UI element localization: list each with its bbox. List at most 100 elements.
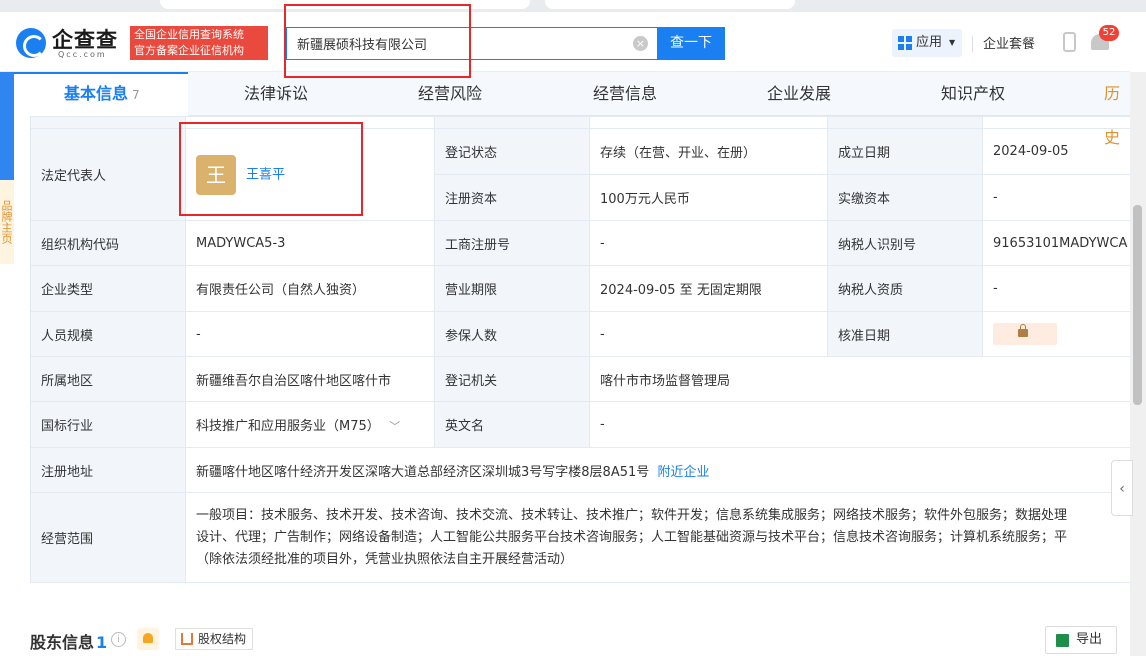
- est-date-label: 成立日期: [827, 128, 983, 175]
- apps-grid-icon: [898, 36, 912, 50]
- legal-rep-link[interactable]: 王喜平: [246, 167, 285, 182]
- address-label: 注册地址: [30, 447, 186, 493]
- qcc-logo-icon[interactable]: [16, 28, 46, 58]
- table-row: [30, 116, 1139, 129]
- table-cell: [434, 116, 590, 129]
- approval-date-label: 核准日期: [827, 311, 983, 357]
- company-tabs: 基本信息 7 法律诉讼 经营风险 经营信息 企业发展 知识产权 历史: [14, 72, 1130, 147]
- tag-line-1: 全国企业信用查询系统: [134, 28, 244, 41]
- industry-label: 国标行业: [30, 401, 186, 448]
- table-cell: [589, 116, 828, 129]
- monitor-bell-icon[interactable]: [137, 628, 159, 650]
- excel-icon: [1056, 634, 1069, 647]
- tab-basic-info[interactable]: 基本信息 7: [14, 72, 188, 116]
- info-icon[interactable]: i: [111, 632, 126, 647]
- tab-count: 7: [132, 88, 140, 102]
- org-code-value: MADYWCA5-3: [185, 220, 435, 266]
- reg-status-label: 登记状态: [434, 128, 590, 175]
- tab-history[interactable]: 历史: [1104, 72, 1130, 147]
- avatar[interactable]: 王: [196, 154, 236, 195]
- tab-business-info[interactable]: 经营信息: [593, 72, 657, 116]
- scope-line: 一般项目：技术服务、技术开发、技术咨询、技术交流、技术转让、技术推广；软件开发；…: [196, 507, 1068, 523]
- brand-homepage-promo[interactable]: 品牌主页: [0, 180, 14, 264]
- biz-reg-no-label: 工商注册号: [434, 220, 590, 266]
- shareholder-section-title: 股东信息 1: [30, 629, 107, 653]
- taxpayer-id-label: 纳税人识别号: [827, 220, 983, 266]
- english-name-value: -: [588, 401, 1139, 448]
- search-box: ×: [286, 27, 658, 60]
- taxpayer-id-value: 91653101MADYWCA: [981, 220, 1139, 266]
- scrollbar-thumb[interactable]: [1133, 205, 1142, 405]
- scope-label: 经营范围: [30, 492, 186, 583]
- table-cell: [981, 116, 1139, 129]
- vip-lock[interactable]: [993, 323, 1057, 345]
- basic-info-table: 法定代表人 王王喜平 登记状态 存续（在营、开业、在册） 成立日期 2024-0…: [30, 116, 1139, 583]
- est-date-value: 2024-09-05: [981, 128, 1139, 175]
- scope-cell: 一般项目：技术服务、技术开发、技术咨询、技术交流、技术转让、技术推广；软件开发；…: [184, 492, 1139, 583]
- legal-rep-label: 法定代表人: [30, 128, 186, 221]
- industry-cell[interactable]: 科技推广和应用服务业（M75） ﹀: [185, 401, 435, 448]
- table-cell: [30, 116, 186, 129]
- reg-authority-label: 登记机关: [434, 356, 590, 402]
- table-row: 人员规模 - 参保人数 - 核准日期: [30, 311, 1139, 357]
- site-header: 企查查 Qcc.com 全国企业信用查询系统 官方备案企业征信机构 × 查一下 …: [0, 12, 1130, 72]
- equity-structure-icon: [181, 633, 193, 645]
- reg-capital-label: 注册资本: [434, 174, 590, 221]
- address-bar-fragment[interactable]: [160, 0, 530, 9]
- reg-capital-value: 100万元人民币: [589, 174, 828, 221]
- insured-value: -: [589, 311, 828, 357]
- table-cell: [185, 116, 435, 129]
- search-input[interactable]: [287, 28, 617, 59]
- region-value: 新疆维吾尔自治区喀什地区喀什市: [185, 356, 435, 402]
- org-code-label: 组织机构代码: [30, 220, 186, 266]
- biz-reg-no-value: -: [589, 220, 828, 266]
- region-label: 所属地区: [30, 356, 186, 402]
- export-label: 导出: [1076, 632, 1103, 647]
- clear-icon[interactable]: ×: [633, 36, 648, 51]
- equity-structure-button[interactable]: 股权结构: [175, 628, 253, 650]
- chevron-down-icon: ▼: [949, 38, 956, 47]
- tag-line-2: 官方备案企业征信机构: [134, 44, 244, 57]
- mobile-phone-icon[interactable]: [1063, 32, 1076, 52]
- credit-system-tag: 全国企业信用查询系统 官方备案企业征信机构: [130, 26, 268, 60]
- taxpayer-qual-label: 纳税人资质: [827, 265, 983, 312]
- chevron-down-icon[interactable]: ﹀: [389, 420, 400, 433]
- address-value: 新疆喀什地区喀什经济开发区深喀大道总部经济区深圳城3号写字楼8层8A51号: [196, 464, 650, 480]
- tab-label: 基本信息: [64, 84, 129, 103]
- biz-term-value: 2024-09-05 至 无固定期限: [589, 265, 828, 312]
- scope-line: （除依法须经批准的项目外，凭营业执照依法自主开展经营活动）: [196, 551, 574, 567]
- shareholder-count: 1: [96, 633, 108, 652]
- industry-value: 科技推广和应用服务业（M75）: [196, 419, 374, 434]
- enterprise-suite-link[interactable]: 企业套餐: [983, 33, 1035, 52]
- english-name-label: 英文名: [434, 401, 590, 448]
- staff-size-label: 人员规模: [30, 311, 186, 357]
- table-row: 注册地址 新疆喀什地区喀什经济开发区深喀大道总部经济区深圳城3号写字楼8层8A5…: [30, 447, 1139, 493]
- apps-button[interactable]: 应用 ▼: [892, 29, 962, 57]
- nearby-companies-link[interactable]: 附近企业: [658, 465, 710, 480]
- tab-development[interactable]: 企业发展: [767, 72, 831, 116]
- tab-business-risk[interactable]: 经营风险: [418, 72, 482, 116]
- table-row: 国标行业 科技推广和应用服务业（M75） ﹀ 英文名 -: [30, 401, 1139, 448]
- equity-button-label: 股权结构: [198, 632, 247, 646]
- paid-capital-value: -: [981, 174, 1139, 221]
- biz-term-label: 营业期限: [434, 265, 590, 312]
- tab-ip[interactable]: 知识产权: [941, 72, 1005, 116]
- tab-litigation[interactable]: 法律诉讼: [244, 72, 308, 116]
- export-button[interactable]: 导出: [1045, 626, 1117, 654]
- scope-line: 设计、代理；广告制作；网络设备制造；人工智能公共服务平台技术咨询服务；人工智能基…: [196, 529, 1068, 545]
- browser-bar-fragment[interactable]: [545, 0, 795, 9]
- taxpayer-qual-value: -: [981, 265, 1139, 312]
- lock-icon: [1018, 324, 1028, 337]
- search-button[interactable]: 查一下: [657, 27, 725, 60]
- table-row: 所属地区 新疆维吾尔自治区喀什地区喀什市 登记机关 喀什市市场监督管理局: [30, 356, 1139, 402]
- reg-status-value: 存续（在营、开业、在册）: [589, 128, 828, 175]
- table-cell: [827, 116, 983, 129]
- table-row: 企业类型 有限责任公司（自然人独资） 营业期限 2024-09-05 至 无固定…: [30, 265, 1139, 312]
- divider: [972, 36, 973, 52]
- notification-badge: 52: [1099, 25, 1119, 41]
- table-row: 组织机构代码 MADYWCA5-3 工商注册号 - 纳税人识别号 9165310…: [30, 220, 1139, 266]
- chevron-left-icon[interactable]: ‹: [1111, 460, 1133, 516]
- reg-authority-value: 喀什市市场监督管理局: [588, 356, 1139, 402]
- address-cell: 新疆喀什地区喀什经济开发区深喀大道总部经济区深圳城3号写字楼8层8A51号 附近…: [184, 447, 1139, 493]
- approval-date-locked[interactable]: [981, 311, 1139, 357]
